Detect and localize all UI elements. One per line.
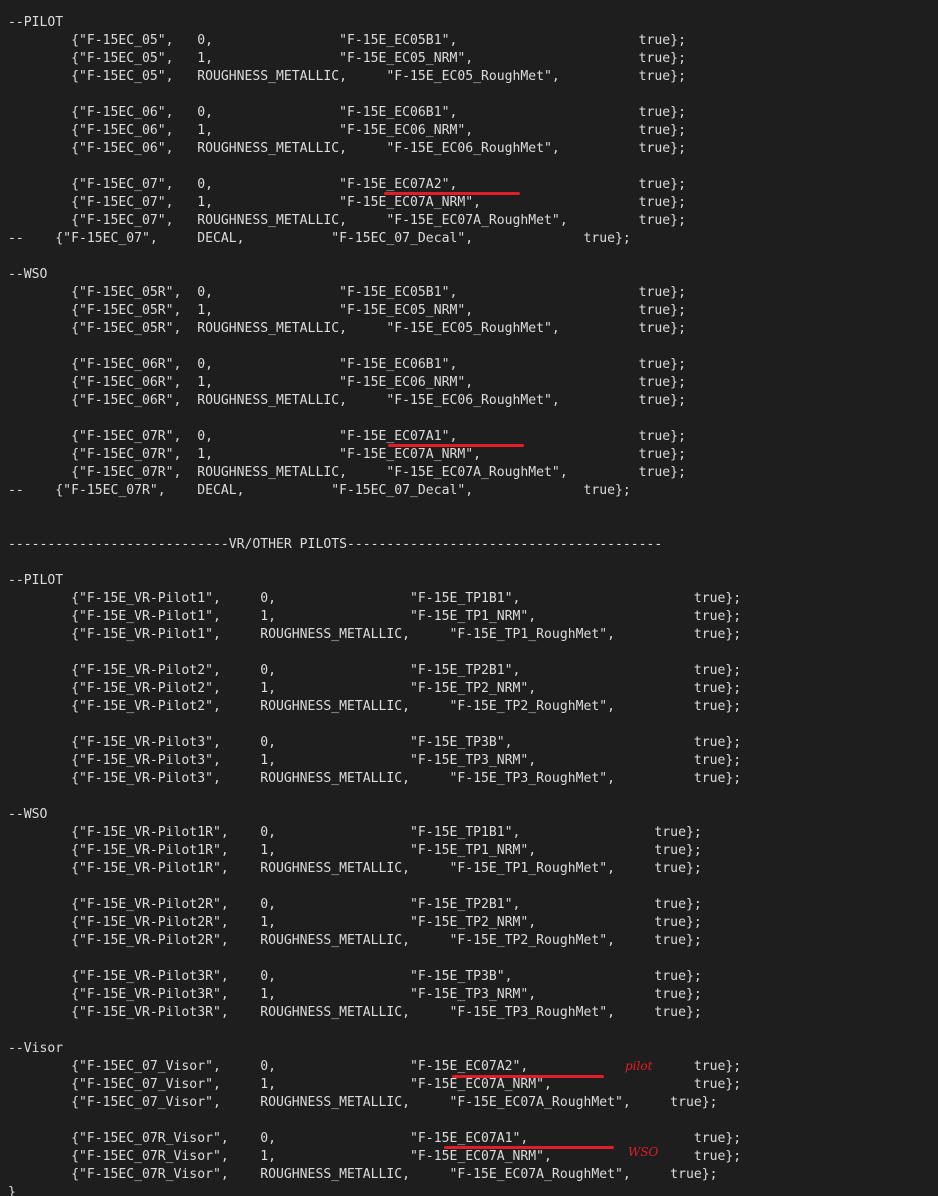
- code-line: {"F-15EC_06R", ROUGHNESS_METALLIC, "F-15…: [8, 393, 686, 408]
- code-line: {"F-15EC_05", ROUGHNESS_METALLIC, "F-15E…: [8, 69, 686, 84]
- code-line: {"F-15E_VR-Pilot2", 0, "F-15E_TP2B1", tr…: [8, 663, 742, 678]
- code-line: {"F-15EC_07_Visor", ROUGHNESS_METALLIC, …: [8, 1095, 718, 1110]
- code-line: {"F-15EC_07", 1, "F-15E_EC07A_NRM", true…: [8, 195, 686, 210]
- code-line: -- {"F-15EC_07R", DECAL, "F-15EC_07_Deca…: [8, 483, 631, 498]
- code-line: {"F-15EC_05R", ROUGHNESS_METALLIC, "F-15…: [8, 321, 686, 336]
- code-line: {"F-15EC_05", 0, "F-15E_EC05B1", true};: [8, 33, 686, 48]
- code-line: {"F-15EC_06", ROUGHNESS_METALLIC, "F-15E…: [8, 141, 686, 156]
- code-line: {"F-15E_VR-Pilot2R", 0, "F-15E_TP2B1", t…: [8, 897, 702, 912]
- code-line: {"F-15E_VR-Pilot3R", ROUGHNESS_METALLIC,…: [8, 1005, 702, 1020]
- code-line: {"F-15EC_07R", ROUGHNESS_METALLIC, "F-15…: [8, 465, 686, 480]
- code-line: {"F-15E_VR-Pilot1", ROUGHNESS_METALLIC, …: [8, 627, 742, 642]
- code-line: {"F-15E_VR-Pilot1R", 1, "F-15E_TP1_NRM",…: [8, 843, 702, 858]
- code-line: {"F-15EC_07R_Visor", ROUGHNESS_METALLIC,…: [8, 1167, 718, 1182]
- code-line: --PILOT: [8, 573, 64, 588]
- code-line: {"F-15E_VR-Pilot3", 1, "F-15E_TP3_NRM", …: [8, 753, 742, 768]
- code-line: ----------------------------VR/OTHER PIL…: [8, 537, 663, 552]
- annotation-underline: [444, 1146, 614, 1149]
- code-line: --PILOT: [8, 15, 64, 30]
- code-line: {"F-15EC_06", 1, "F-15E_EC06_NRM", true}…: [8, 123, 686, 138]
- code-line: -- {"F-15EC_07", DECAL, "F-15EC_07_Decal…: [8, 231, 631, 246]
- code-line: {"F-15E_VR-Pilot3R", 0, "F-15E_TP3B", tr…: [8, 969, 702, 984]
- code-line: {"F-15EC_06R", 0, "F-15E_EC06B1", true};: [8, 357, 686, 372]
- code-line: {"F-15E_VR-Pilot2R", 1, "F-15E_TP2_NRM",…: [8, 915, 702, 930]
- annotation-note-pilot: pilot: [625, 1059, 653, 1073]
- code-line: {"F-15EC_05R", 1, "F-15E_EC05_NRM", true…: [8, 303, 686, 318]
- code-line: {"F-15E_VR-Pilot1R", ROUGHNESS_METALLIC,…: [8, 861, 702, 876]
- annotation-underline: [388, 444, 524, 447]
- code-line: {"F-15E_VR-Pilot1R", 0, "F-15E_TP1B1", t…: [8, 825, 702, 840]
- code-line: }: [8, 1185, 16, 1196]
- code-line: {"F-15EC_06R", 1, "F-15E_EC06_NRM", true…: [8, 375, 686, 390]
- code-line: {"F-15EC_07R_Visor", 1, "F-15E_EC07A_NRM…: [8, 1149, 742, 1164]
- code-line: {"F-15E_VR-Pilot3R", 1, "F-15E_TP3_NRM",…: [8, 987, 702, 1002]
- code-line: {"F-15E_VR-Pilot3", 0, "F-15E_TP3B", tru…: [8, 735, 742, 750]
- annotation-underline: [384, 192, 520, 195]
- annotation-underline: [452, 1075, 604, 1078]
- code-line: {"F-15E_VR-Pilot3", ROUGHNESS_METALLIC, …: [8, 771, 742, 786]
- code-line: --Visor: [8, 1041, 64, 1056]
- annotation-note-wso: WSO: [628, 1145, 659, 1159]
- code-line: {"F-15EC_07_Visor", 1, "F-15E_EC07A_NRM"…: [8, 1077, 742, 1092]
- code-line: {"F-15E_VR-Pilot2R", ROUGHNESS_METALLIC,…: [8, 933, 702, 948]
- code-line: {"F-15E_VR-Pilot1", 1, "F-15E_TP1_NRM", …: [8, 609, 742, 624]
- code-line: --WSO: [8, 807, 48, 822]
- code-line: {"F-15EC_07", ROUGHNESS_METALLIC, "F-15E…: [8, 213, 686, 228]
- code-line: --WSO: [8, 267, 48, 282]
- code-editor[interactable]: --PILOT {"F-15EC_05", 0, "F-15E_EC05B1",…: [0, 0, 938, 1196]
- code-line: {"F-15E_VR-Pilot1", 0, "F-15E_TP1B1", tr…: [8, 591, 742, 606]
- code-line: {"F-15EC_05", 1, "F-15E_EC05_NRM", true}…: [8, 51, 686, 66]
- code-line: {"F-15EC_07_Visor", 0, "F-15E_EC07A2", t…: [8, 1059, 742, 1074]
- code-line: {"F-15E_VR-Pilot2", ROUGHNESS_METALLIC, …: [8, 699, 742, 714]
- code-line: {"F-15EC_07R", 1, "F-15E_EC07A_NRM", tru…: [8, 447, 686, 462]
- code-line: {"F-15E_VR-Pilot2", 1, "F-15E_TP2_NRM", …: [8, 681, 742, 696]
- code-line: {"F-15EC_06", 0, "F-15E_EC06B1", true};: [8, 105, 686, 120]
- code-line: {"F-15EC_05R", 0, "F-15E_EC05B1", true};: [8, 285, 686, 300]
